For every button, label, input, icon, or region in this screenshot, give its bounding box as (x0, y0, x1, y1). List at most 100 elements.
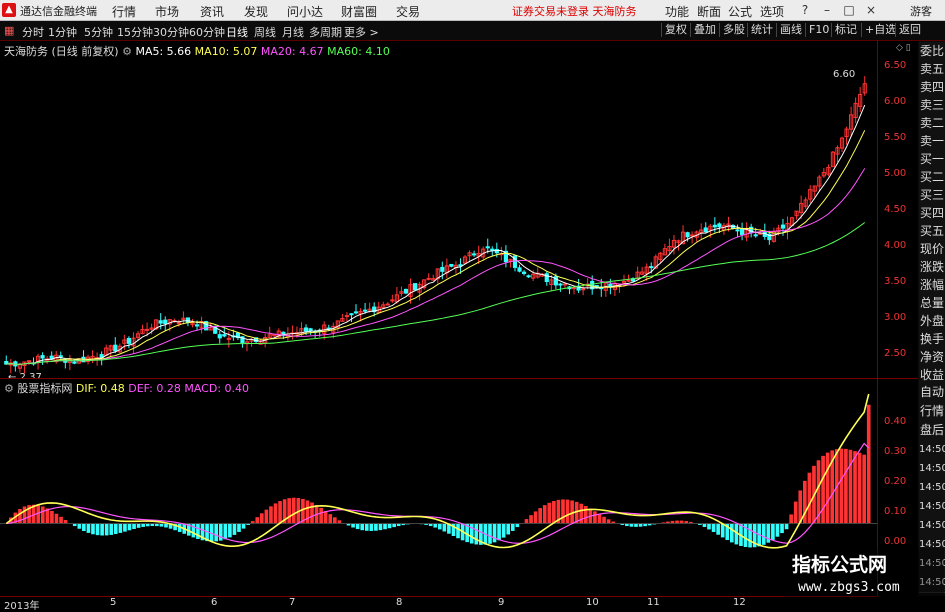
period-60min[interactable]: 60分钟 (189, 24, 225, 40)
menu-zixun[interactable]: 资讯 (200, 3, 224, 20)
menu-hangqing[interactable]: 行情 (112, 3, 136, 20)
price-label-550: 5.50 (884, 132, 907, 143)
btn-fanhui[interactable]: 返回 (895, 23, 924, 37)
period-5min[interactable]: 5分钟 (84, 24, 113, 40)
candle-body (526, 275, 531, 278)
period-monthly[interactable]: 月线 (282, 24, 304, 40)
ma-line-10 (6, 130, 866, 365)
btn-f10[interactable]: F10 (805, 23, 832, 37)
help-icon[interactable]: ? (796, 1, 814, 19)
quote-label: 买二 (919, 168, 945, 187)
quote-label: 买一 (919, 150, 945, 169)
menu-xuanxiang[interactable]: 选项 (760, 3, 784, 20)
date-label: 7 (289, 597, 296, 608)
menu-duanmian[interactable]: 断面 (697, 3, 721, 20)
ma20-label: MA20: 4.67 (260, 45, 324, 58)
candle-body (562, 283, 568, 286)
period-15min[interactable]: 15分钟 (117, 24, 153, 40)
candle-body (571, 287, 577, 290)
toolbar-grid-icon[interactable]: ▦ (4, 24, 14, 37)
macd-label-030: 0.30 (884, 446, 907, 457)
candle-body (517, 267, 522, 272)
btn-huaxian[interactable]: 画线 (776, 23, 805, 37)
candle-body (521, 271, 527, 274)
candle-body (349, 313, 354, 316)
period-multi[interactable]: 多周期 (309, 24, 342, 40)
menu-faxian[interactable]: 发现 (244, 3, 268, 20)
candle-body (717, 223, 722, 228)
date-label: 11 (647, 597, 660, 608)
menu-gongshi[interactable]: 公式 (728, 3, 752, 20)
quote-label: 卖三 (919, 96, 945, 115)
watermark-title: 指标公式网 (792, 554, 888, 576)
btn-biaoji[interactable]: 标记 (831, 23, 860, 37)
period-daily[interactable]: 日线 (226, 24, 248, 40)
macd-side-label[interactable]: 行情 (919, 402, 945, 422)
price-label-250: 2.50 (884, 348, 907, 359)
menu-caifuquan[interactable]: 财富圈 (341, 3, 377, 20)
ma5-label: MA5: 5.66 (135, 45, 192, 58)
macd-side-label[interactable]: 盘后 (919, 421, 945, 441)
menu-gongneng[interactable]: 功能 (665, 3, 689, 20)
ma-line-5 (6, 104, 866, 365)
candle-body (494, 248, 499, 254)
date-axis: 2013年 5 6 7 8 9 10 11 12 (0, 596, 877, 612)
stock-title: 天海防务 (日线 前复权) (4, 45, 119, 58)
candle-body (353, 311, 359, 314)
period-more[interactable]: 更多 > (344, 24, 379, 40)
menu-shichang[interactable]: 市场 (155, 3, 179, 20)
macd-side-label: 14:50 (919, 459, 945, 479)
period-toolbar: ▦ 分时 1分钟 5分钟 15分钟 30分钟 60分钟 日线 周线 月线 多周期… (0, 21, 945, 41)
guest-label[interactable]: 游客 (910, 3, 932, 19)
date-label: 5 (110, 597, 117, 608)
candle-body (558, 283, 563, 286)
expand-icon[interactable]: ◇ ▯ (896, 43, 911, 53)
candle-body (544, 273, 549, 283)
minimize-icon[interactable]: – (818, 1, 836, 19)
candle-body (780, 224, 786, 229)
candle-body (712, 224, 717, 228)
price-label-450: 4.50 (884, 204, 907, 215)
candle-body (194, 324, 200, 327)
macd-label-040: 0.40 (884, 416, 907, 427)
btn-zixuan[interactable]: +自选 (861, 23, 899, 37)
candle-body (303, 327, 309, 332)
btn-tongji[interactable]: 统计 (747, 23, 776, 37)
settings-icon[interactable]: ⚙ (122, 45, 132, 58)
btn-duogu[interactable]: 多股 (719, 23, 748, 37)
quote-label: 卖二 (919, 114, 945, 133)
maximize-icon[interactable]: □ (840, 1, 858, 19)
period-30min[interactable]: 30分钟 (153, 24, 189, 40)
candle-body (385, 303, 390, 306)
kline-panel[interactable]: 6.60 ← 2.37 天海防务 (日线 前复权) ⚙ MA5: 5.66 MA1… (0, 41, 877, 383)
watermark-url: www.zbgs3.com (798, 580, 900, 595)
date-label: 8 (396, 597, 403, 608)
price-label-600: 6.00 (884, 96, 907, 107)
price-label-350: 3.50 (884, 276, 907, 287)
btn-diejia[interactable]: 叠加 (690, 23, 719, 37)
quote-label: 卖四 (919, 78, 945, 97)
dea-label: DEF: 0.28 (128, 382, 181, 395)
macd-side-label: 14:50 (919, 440, 945, 460)
macd-chart[interactable] (0, 379, 877, 596)
menu-jiaoyi[interactable]: 交易 (396, 3, 420, 20)
period-weekly[interactable]: 周线 (254, 24, 276, 40)
price-label-500: 5.00 (884, 168, 907, 179)
candle-body (703, 227, 708, 233)
menu-wenxiaoda[interactable]: 问小达 (287, 3, 323, 20)
period-fenshi[interactable]: 分时 (22, 24, 44, 40)
macd-label-000: 0.00 (884, 536, 907, 547)
btn-fuquan[interactable]: 复权 (661, 23, 690, 37)
close-icon[interactable]: × (862, 1, 880, 19)
macd-panel[interactable]: ⚙ 股票指标网 DIF: 0.48 DEF: 0.28 MACD: 0.40 (0, 379, 877, 596)
candle-body (626, 279, 631, 282)
macd-side-label[interactable]: 自动 (919, 383, 945, 403)
period-1min[interactable]: 1分钟 (48, 24, 77, 40)
candle-body (581, 288, 586, 291)
quote-label: 净资 (919, 348, 945, 367)
login-notice[interactable]: 证券交易未登录 天海防务 (512, 3, 637, 19)
indicator-settings-icon[interactable]: ⚙ (4, 382, 14, 395)
kline-chart[interactable]: 6.60← 2.37 (0, 41, 877, 383)
date-label: 2013年 (4, 601, 40, 612)
ma60-label: MA60: 4.10 (327, 45, 390, 58)
